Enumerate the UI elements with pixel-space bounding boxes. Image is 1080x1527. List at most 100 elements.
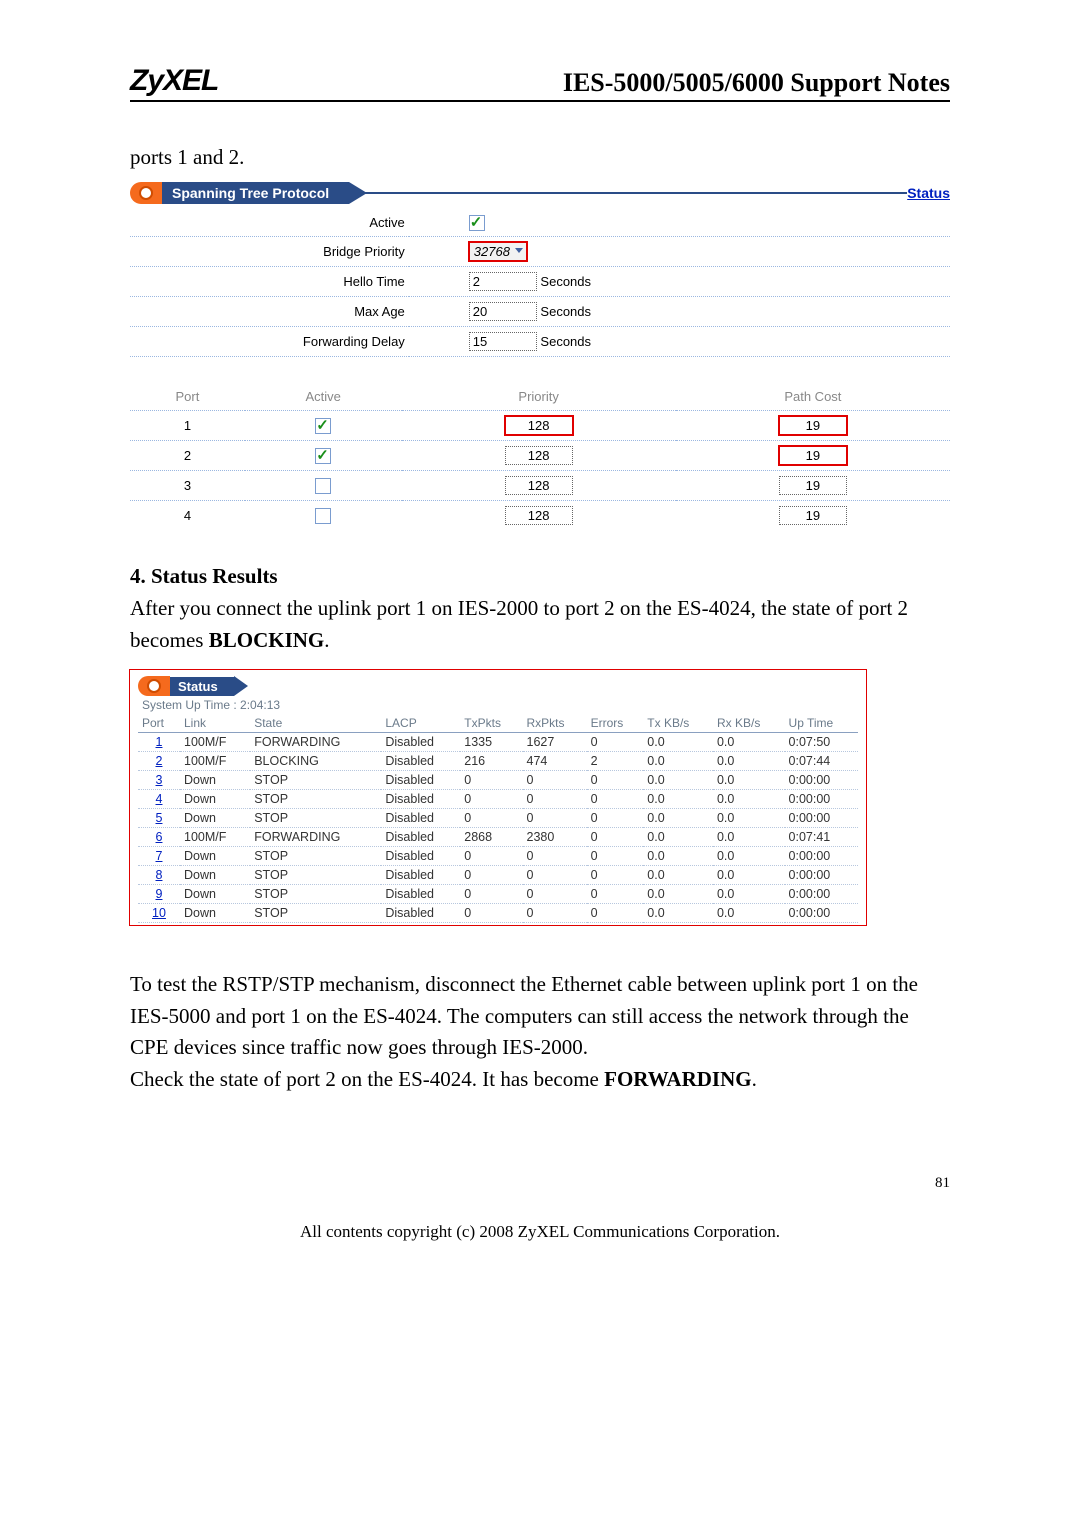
status-row: 1100M/FFORWARDINGDisabled1335162700.00.0… [138, 733, 858, 752]
status-port-link[interactable]: 6 [138, 828, 180, 847]
status-link-cell: Down [180, 771, 250, 790]
col-pathcost: Path Cost [676, 383, 950, 411]
status-port-link[interactable]: 5 [138, 809, 180, 828]
page-number: 81 [130, 1175, 950, 1192]
status-up-cell: 0:00:00 [785, 847, 858, 866]
stp-ports-table: Port Active Priority Path Cost 112819212… [130, 383, 950, 530]
closing-p2: Check the state of port 2 on the ES-4024… [130, 1064, 950, 1096]
status-lacp-cell: Disabled [381, 752, 460, 771]
active-checkbox[interactable] [469, 215, 485, 231]
status-lacp-cell: Disabled [381, 847, 460, 866]
status-err-cell: 2 [587, 752, 644, 771]
status-port-link[interactable]: 3 [138, 771, 180, 790]
stp-port-row: 3 128 19 [130, 471, 950, 501]
status-txkb-cell: 0.0 [643, 885, 713, 904]
status-port-link[interactable]: 7 [138, 847, 180, 866]
status-txkb-cell: 0.0 [643, 809, 713, 828]
status-port-link[interactable]: 9 [138, 885, 180, 904]
status-rx-cell: 2380 [523, 828, 587, 847]
status-link-cell: Down [180, 809, 250, 828]
status-txkb-cell: 0.0 [643, 790, 713, 809]
status-err-cell: 0 [587, 885, 644, 904]
status-lacp-cell: Disabled [381, 790, 460, 809]
forwarding-delay-input[interactable]: 15 [469, 332, 537, 351]
status-state-cell: STOP [250, 866, 381, 885]
status-link-cell: 100M/F [180, 733, 250, 752]
status-up-cell: 0:07:41 [785, 828, 858, 847]
status-rx-cell: 0 [523, 809, 587, 828]
status-err-cell: 0 [587, 809, 644, 828]
status-txkb-cell: 0.0 [643, 771, 713, 790]
status-state-cell: STOP [250, 885, 381, 904]
status-col-header: Errors [587, 714, 644, 733]
hello-time-label: Hello Time [130, 267, 409, 297]
status-table: PortLinkStateLACPTxPktsRxPktsErrorsTx KB… [138, 714, 858, 923]
port-pathcost-input[interactable]: 19 [779, 476, 847, 495]
status-row: 3DownSTOPDisabled0000.00.00:00:00 [138, 771, 858, 790]
status-rxkb-cell: 0.0 [713, 809, 785, 828]
port-active-checkbox[interactable] [315, 418, 331, 434]
status-row: 5DownSTOPDisabled0000.00.00:00:00 [138, 809, 858, 828]
status-rx-cell: 0 [523, 885, 587, 904]
status-port-link[interactable]: 8 [138, 866, 180, 885]
stp-settings-table: Active Bridge Priority 32768 Hello Time … [130, 210, 950, 358]
port-priority-input[interactable]: 128 [505, 446, 573, 465]
status-col-header: Link [180, 714, 250, 733]
bridge-priority-select[interactable]: 32768 [469, 242, 527, 261]
closing-p1: To test the RSTP/STP mechanism, disconne… [130, 969, 950, 1064]
status-port-link[interactable]: 4 [138, 790, 180, 809]
port-active-checkbox[interactable] [315, 478, 331, 494]
status-rx-cell: 0 [523, 866, 587, 885]
status-panel-pill: Status [138, 676, 858, 696]
col-port: Port [130, 383, 245, 411]
status-err-cell: 0 [587, 790, 644, 809]
status-tx-cell: 2868 [460, 828, 522, 847]
status-state-cell: BLOCKING [250, 752, 381, 771]
status-link[interactable]: Status [907, 185, 950, 201]
status-up-cell: 0:00:00 [785, 809, 858, 828]
status-port-link[interactable]: 2 [138, 752, 180, 771]
port-active-checkbox[interactable] [315, 508, 331, 524]
port-priority-input[interactable]: 128 [505, 476, 573, 495]
copyright: All contents copyright (c) 2008 ZyXEL Co… [130, 1222, 950, 1242]
status-rx-cell: 0 [523, 847, 587, 866]
status-tx-cell: 0 [460, 790, 522, 809]
status-tx-cell: 0 [460, 885, 522, 904]
status-port-link[interactable]: 10 [138, 904, 180, 923]
port-number: 3 [130, 471, 245, 501]
status-row: 2100M/FBLOCKINGDisabled21647420.00.00:07… [138, 752, 858, 771]
port-active-checkbox[interactable] [315, 448, 331, 464]
status-port-link[interactable]: 1 [138, 733, 180, 752]
port-priority-input[interactable]: 128 [505, 506, 573, 525]
port-number: 4 [130, 501, 245, 531]
status-rxkb-cell: 0.0 [713, 771, 785, 790]
port-pathcost-input[interactable]: 19 [779, 506, 847, 525]
port-pathcost-input[interactable]: 19 [779, 416, 847, 435]
status-col-header: Up Time [785, 714, 858, 733]
status-tx-cell: 0 [460, 847, 522, 866]
status-state-cell: STOP [250, 904, 381, 923]
status-row: 8DownSTOPDisabled0000.00.00:00:00 [138, 866, 858, 885]
status-tx-cell: 0 [460, 904, 522, 923]
status-txkb-cell: 0.0 [643, 866, 713, 885]
status-row: 4DownSTOPDisabled0000.00.00:00:00 [138, 790, 858, 809]
status-rxkb-cell: 0.0 [713, 866, 785, 885]
port-number: 1 [130, 411, 245, 441]
stp-port-row: 212819 [130, 441, 950, 471]
document-title: IES-5000/5005/6000 Support Notes [563, 68, 950, 98]
status-state-cell: STOP [250, 771, 381, 790]
status-state-cell: STOP [250, 790, 381, 809]
status-txkb-cell: 0.0 [643, 847, 713, 866]
status-link-cell: 100M/F [180, 752, 250, 771]
port-pathcost-input[interactable]: 19 [779, 446, 847, 465]
max-age-input[interactable]: 20 [469, 302, 537, 321]
status-link-cell: Down [180, 885, 250, 904]
hello-time-input[interactable]: 2 [469, 272, 537, 291]
port-priority-input[interactable]: 128 [505, 416, 573, 435]
status-err-cell: 0 [587, 904, 644, 923]
status-up-cell: 0:00:00 [785, 904, 858, 923]
status-up-cell: 0:07:50 [785, 733, 858, 752]
status-link-cell: Down [180, 866, 250, 885]
status-rxkb-cell: 0.0 [713, 904, 785, 923]
status-up-cell: 0:00:00 [785, 885, 858, 904]
